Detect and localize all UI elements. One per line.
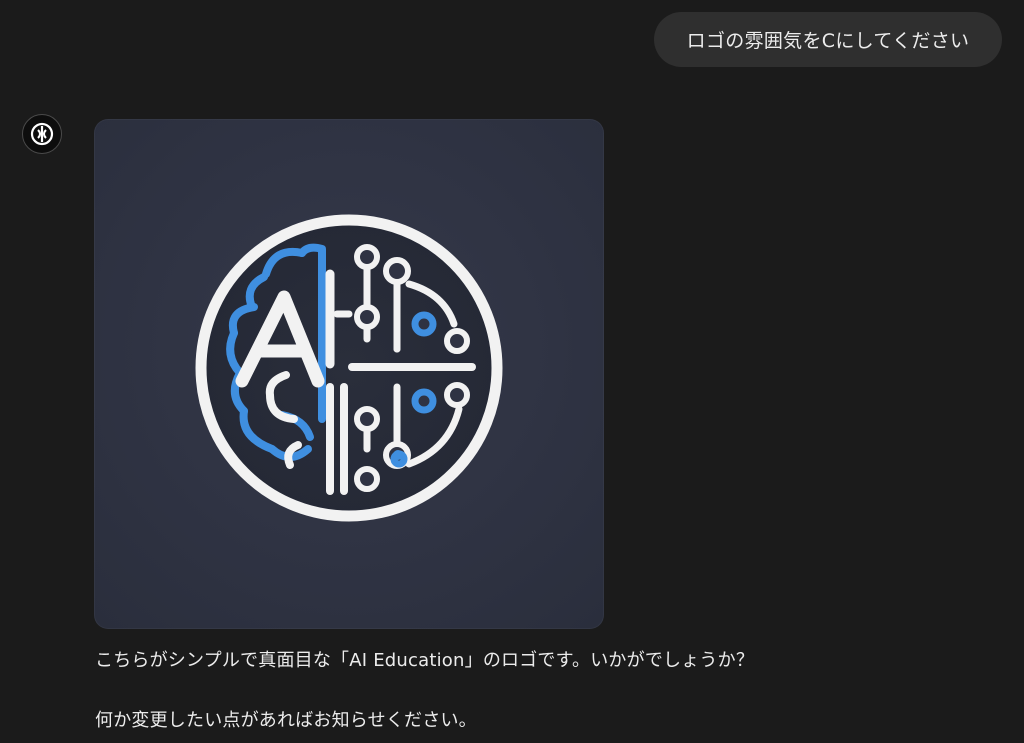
- generated-logo-image[interactable]: [94, 119, 604, 629]
- assistant-reply-line-1: こちらがシンプルで真面目な「AI Education」のロゴです。いかがでしょう…: [95, 650, 755, 671]
- user-message-bubble: ロゴの雰囲気をCにしてください: [654, 12, 1002, 67]
- openai-logo-icon: [30, 122, 54, 146]
- assistant-avatar: [22, 114, 62, 154]
- ai-education-logo: [195, 214, 503, 522]
- user-message-text: ロゴの雰囲気をCにしてください: [686, 30, 970, 52]
- assistant-reply-line-2: 何か変更したい点があればお知らせください。: [95, 710, 477, 731]
- chat-page: ロゴの雰囲気をCにしてください こちらがシンプルで真面目な「AI Educati…: [0, 0, 1024, 743]
